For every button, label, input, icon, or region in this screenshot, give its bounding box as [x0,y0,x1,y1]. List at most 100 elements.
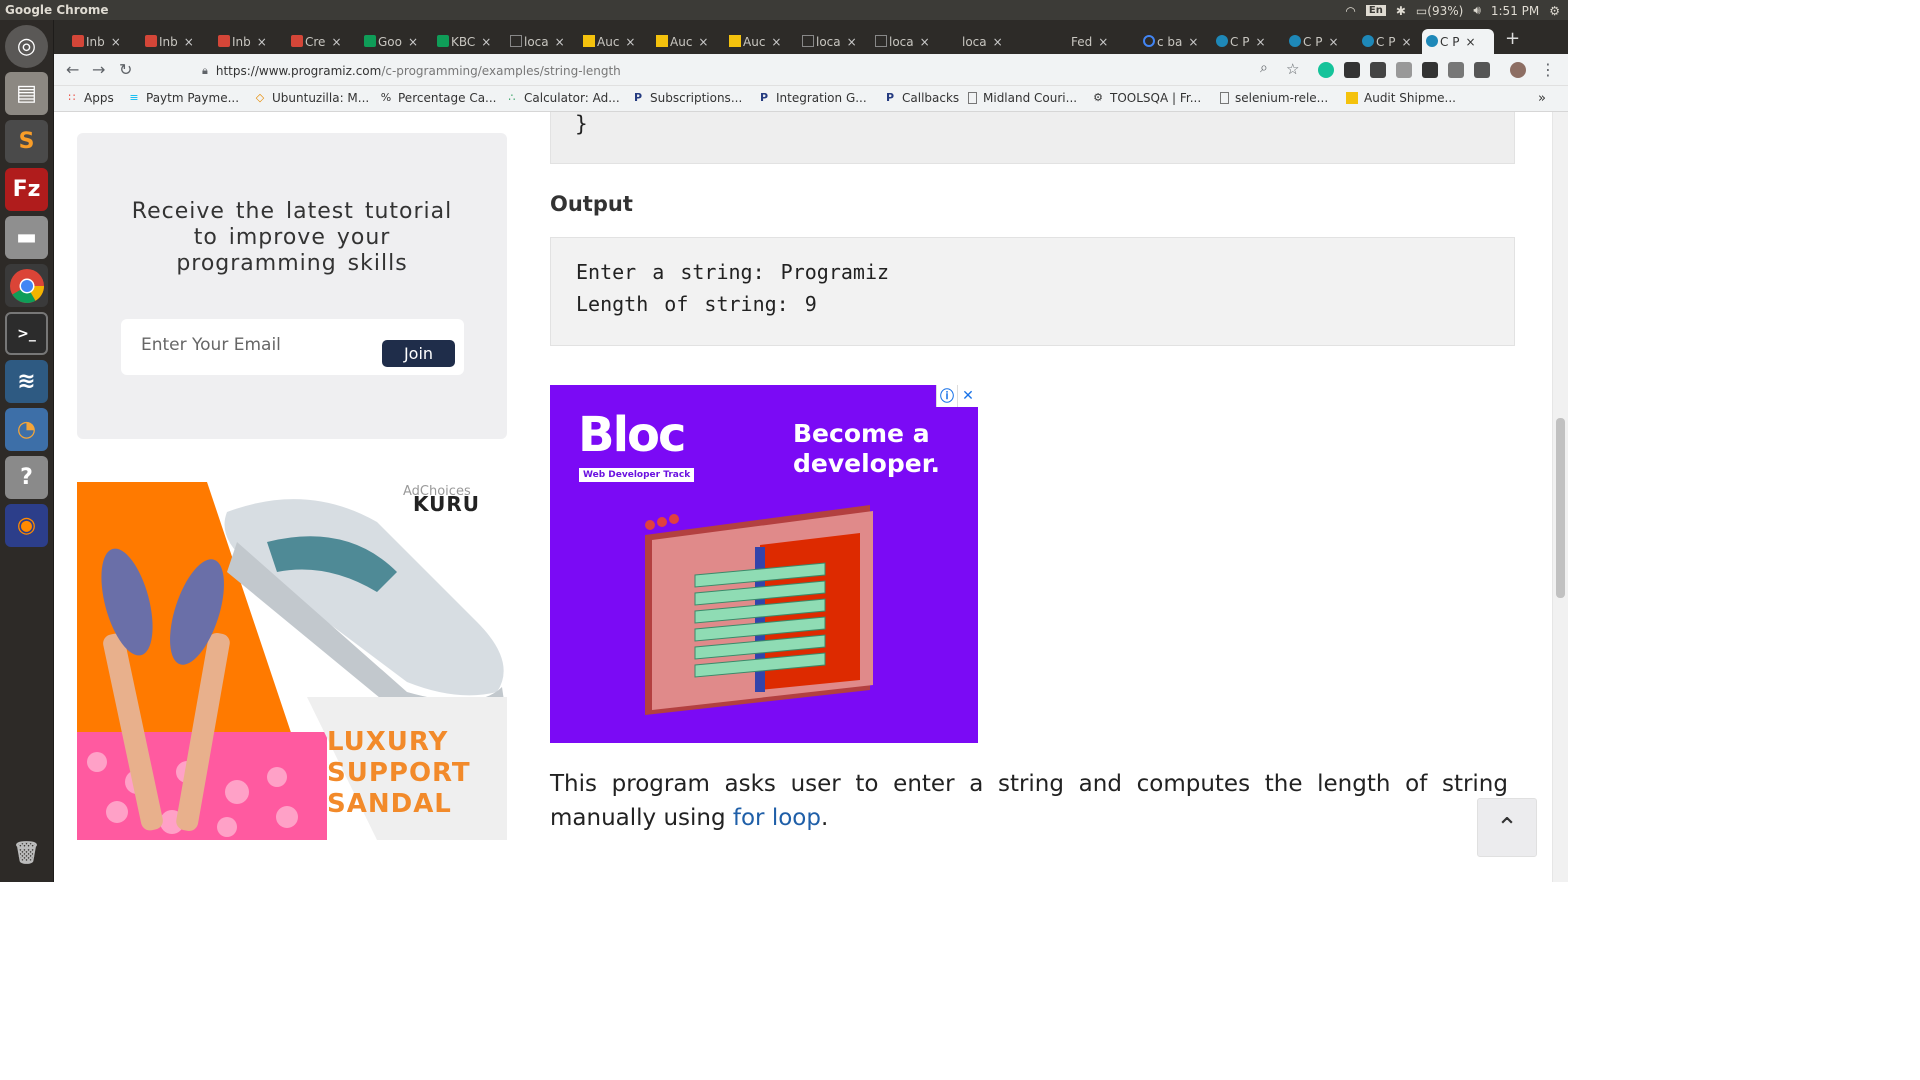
filezilla-icon[interactable]: Fz [5,168,48,211]
bookmark-item[interactable]: selenium-rele... [1220,91,1328,105]
bookmark-item[interactable]: P Callbacks [884,91,959,105]
files-icon[interactable]: ▤ [5,72,48,115]
close-icon[interactable]: × [555,35,565,49]
eyedropper-icon[interactable] [1448,62,1464,78]
tab[interactable]: Auc × [652,29,718,54]
battery-indicator[interactable]: ▭(93%) [1416,4,1463,18]
avatar[interactable] [1510,62,1526,78]
language-indicator[interactable]: En [1365,5,1386,16]
tab[interactable]: Inb × [68,29,134,54]
join-button[interactable]: Join [382,340,455,367]
wifi-icon[interactable]: ◠ [1345,4,1355,18]
bookmark-item[interactable]: P Integration G... [758,91,867,105]
newsletter-card: Receive the latest tutorial to improve y… [77,133,507,439]
page-scrollbar[interactable] [1552,112,1568,882]
close-icon[interactable]: × [920,35,930,49]
close-icon[interactable]: × [993,35,1003,49]
tab[interactable]: Goo × [360,29,426,54]
settings-gear-icon[interactable]: ⚙ [1549,4,1560,18]
close-icon[interactable]: × [331,35,341,49]
extension-icon[interactable] [1474,62,1490,78]
close-icon[interactable]: × [408,35,418,49]
bookmarks-overflow-icon[interactable]: » [1538,91,1546,106]
extension-icon[interactable] [1422,62,1438,78]
trash-icon[interactable]: 🗑︎ [5,832,48,875]
bookmark-item[interactable]: ◇ Ubuntuzilla: M... [254,91,369,105]
tab[interactable]: Cre × [287,29,353,54]
close-icon[interactable]: × [111,35,121,49]
tab-label: Cre [305,34,326,49]
tab[interactable]: Inb × [214,29,280,54]
tab[interactable]: KBC × [433,29,499,54]
chrome-icon[interactable] [5,264,48,307]
volume-icon[interactable]: 🔊︎ [1473,3,1481,18]
email-input[interactable] [141,335,361,355]
bookmark-item[interactable]: Audit Shipme... [1346,91,1456,105]
blender-icon[interactable]: ◔ [5,408,48,451]
zoom-icon[interactable]: ⌕ [1260,60,1268,76]
close-icon[interactable]: × [847,35,857,49]
bookmark-item[interactable]: Midland Couri... [968,91,1077,105]
bookmark-item[interactable]: ⚙ TOOLSQA | Fr... [1092,91,1201,105]
close-icon[interactable]: × [184,35,194,49]
audit-icon [729,35,741,47]
bookmark-star-icon[interactable]: ☆ [1286,60,1299,78]
tab-active[interactable]: C P × [1422,29,1494,54]
tab[interactable]: loca × [798,29,864,54]
bookmark-item[interactable]: % Percentage Ca... [380,91,497,105]
help-icon[interactable]: ? [5,456,48,499]
close-icon[interactable]: × [1465,35,1475,49]
sandal-ad[interactable]: AdChoices KURU LUXURY SUPPORT SANDAL [77,482,507,840]
back-arrow-icon[interactable]: ← [66,60,79,79]
tab-label: C P [1303,34,1323,49]
tab[interactable]: loca × [506,29,572,54]
close-icon[interactable]: × [771,35,781,49]
close-icon[interactable]: × [481,35,491,49]
bookmark-item[interactable]: ∴ Calculator: Ad... [506,91,620,105]
address-bar[interactable]: 🔒︎ https://www.programiz.com/c-programmi… [202,60,1282,82]
sublime-text-icon[interactable]: S [5,120,48,163]
close-icon[interactable]: × [1255,35,1265,49]
menu-kebab-icon[interactable]: ⋮ [1540,60,1556,79]
scrollbar-thumb[interactable] [1556,418,1565,598]
close-icon[interactable]: × [1401,35,1411,49]
disk-icon[interactable]: ▬ [5,216,48,259]
tab[interactable]: loca × [871,29,937,54]
reload-icon[interactable]: ↻ [119,60,132,79]
firefox-icon[interactable]: ◉ [5,504,48,547]
close-icon[interactable]: × [625,35,635,49]
scroll-to-top-button[interactable]: ⌃ [1477,798,1537,857]
grammarly-icon[interactable] [1318,62,1334,78]
close-icon[interactable]: × [1328,35,1338,49]
lock-icon[interactable]: 🔒︎ [202,64,208,78]
bookmark-apps[interactable]: ∷ Apps [66,91,114,105]
bluetooth-icon[interactable]: ✱ [1396,4,1406,18]
tab[interactable]: Auc × [579,29,645,54]
close-icon[interactable]: × [257,35,267,49]
tab[interactable]: Inb × [141,29,207,54]
tab[interactable]: Auc × [725,29,791,54]
close-icon[interactable]: × [698,35,708,49]
ubuntu-home-icon[interactable]: ◎ [5,25,48,68]
tab[interactable]: loca × [944,29,1010,54]
tab[interactable]: c ba × [1139,29,1205,54]
close-icon[interactable]: × [1098,35,1108,49]
extension-icon[interactable] [1370,62,1386,78]
bookmark-item[interactable]: ≡ Paytm Payme... [128,91,239,105]
tab[interactable]: Fed × [1017,29,1108,54]
new-tab-button[interactable]: + [1505,28,1520,49]
terminal-icon[interactable]: >_ [5,312,48,355]
forward-arrow-icon[interactable]: → [92,60,105,79]
extension-icon[interactable] [1344,62,1360,78]
camera-icon[interactable] [1396,62,1412,78]
for-loop-link[interactable]: for loop [733,805,821,831]
bookmark-item[interactable]: P Subscriptions... [632,91,742,105]
clock[interactable]: 1:51 PM [1491,4,1539,18]
tab[interactable]: C P × [1212,29,1278,54]
bloc-ad[interactable]: Bloc Web Developer Track Become a develo… [550,385,978,743]
tab[interactable]: C P × [1285,29,1351,54]
system-top-bar: Google Chrome ◠ En ✱ ▭(93%) 🔊︎ 1:51 PM ⚙ [0,0,1568,20]
mysql-workbench-icon[interactable]: ≋ [5,360,48,403]
tab[interactable]: C P × [1358,29,1424,54]
close-icon[interactable]: × [1188,35,1198,49]
